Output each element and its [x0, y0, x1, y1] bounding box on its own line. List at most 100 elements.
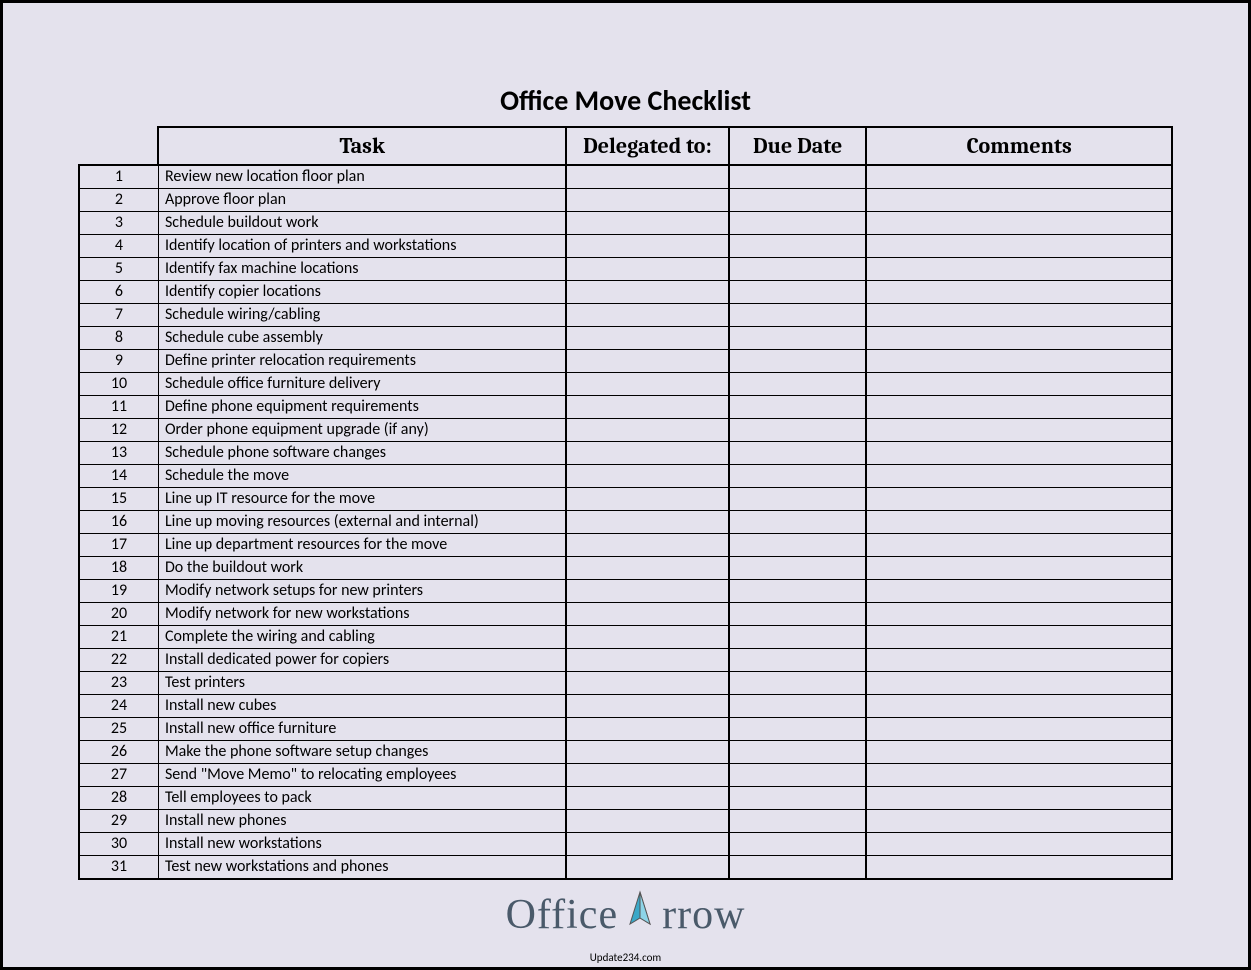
row-task: Install new cubes: [158, 695, 565, 718]
row-task: Identify fax machine locations: [158, 258, 565, 281]
row-delegated: [566, 626, 729, 649]
logo-text-part1: Office: [506, 892, 619, 938]
table-row: 10Schedule office furniture delivery: [79, 373, 1172, 396]
row-comments: [866, 350, 1172, 373]
row-due: [729, 189, 867, 212]
row-number: 31: [79, 856, 158, 880]
table-row: 24Install new cubes: [79, 695, 1172, 718]
row-comments: [866, 442, 1172, 465]
row-comments: [866, 327, 1172, 350]
table-row: 25Install new office furniture: [79, 718, 1172, 741]
row-due: [729, 833, 867, 856]
row-due: [729, 534, 867, 557]
row-due: [729, 350, 867, 373]
row-due: [729, 212, 867, 235]
row-due: [729, 281, 867, 304]
row-delegated: [566, 787, 729, 810]
row-comments: [866, 465, 1172, 488]
row-number: 29: [79, 810, 158, 833]
row-delegated: [566, 258, 729, 281]
row-task: Schedule wiring/cabling: [158, 304, 565, 327]
table-row: 28Tell employees to pack: [79, 787, 1172, 810]
table-row: 22Install dedicated power for copiers: [79, 649, 1172, 672]
row-number: 2: [79, 189, 158, 212]
row-delegated: [566, 810, 729, 833]
brand-logo: Officerrow: [78, 888, 1173, 947]
row-due: [729, 603, 867, 626]
page-title: Office Move Checklist: [78, 83, 1173, 118]
row-delegated: [566, 281, 729, 304]
row-comments: [866, 741, 1172, 764]
row-due: [729, 327, 867, 350]
header-task: Task: [158, 127, 565, 165]
row-delegated: [566, 741, 729, 764]
row-task: Schedule the move: [158, 465, 565, 488]
row-task: Modify network for new workstations: [158, 603, 565, 626]
row-task: Install dedicated power for copiers: [158, 649, 565, 672]
table-row: 11Define phone equipment requirements: [79, 396, 1172, 419]
row-delegated: [566, 419, 729, 442]
row-task: Define printer relocation requirements: [158, 350, 565, 373]
row-task: Identify location of printers and workst…: [158, 235, 565, 258]
row-task: Install new office furniture: [158, 718, 565, 741]
row-due: [729, 488, 867, 511]
row-delegated: [566, 580, 729, 603]
table-row: 27Send "Move Memo" to relocating employe…: [79, 764, 1172, 787]
footer-text: Update234.com: [78, 951, 1173, 964]
row-number: 8: [79, 327, 158, 350]
row-delegated: [566, 212, 729, 235]
table-row: 16Line up moving resources (external and…: [79, 511, 1172, 534]
row-comments: [866, 189, 1172, 212]
row-due: [729, 304, 867, 327]
row-due: [729, 165, 867, 189]
table-row: 3Schedule buildout work: [79, 212, 1172, 235]
row-delegated: [566, 488, 729, 511]
row-due: [729, 396, 867, 419]
table-row: 6Identify copier locations: [79, 281, 1172, 304]
row-due: [729, 580, 867, 603]
row-delegated: [566, 465, 729, 488]
row-due: [729, 419, 867, 442]
row-delegated: [566, 442, 729, 465]
row-task: Install new workstations: [158, 833, 565, 856]
table-row: 15Line up IT resource for the move: [79, 488, 1172, 511]
row-delegated: [566, 511, 729, 534]
table-row: 2Approve floor plan: [79, 189, 1172, 212]
table-row: 8Schedule cube assembly: [79, 327, 1172, 350]
row-number: 4: [79, 235, 158, 258]
row-comments: [866, 764, 1172, 787]
table-row: 13Schedule phone software changes: [79, 442, 1172, 465]
table-row: 14Schedule the move: [79, 465, 1172, 488]
row-task: Identify copier locations: [158, 281, 565, 304]
row-number: 22: [79, 649, 158, 672]
row-number: 6: [79, 281, 158, 304]
row-number: 18: [79, 557, 158, 580]
row-task: Approve floor plan: [158, 189, 565, 212]
row-comments: [866, 212, 1172, 235]
row-number: 19: [79, 580, 158, 603]
row-delegated: [566, 304, 729, 327]
row-delegated: [566, 350, 729, 373]
row-task: Test printers: [158, 672, 565, 695]
row-due: [729, 258, 867, 281]
row-delegated: [566, 189, 729, 212]
table-row: 19Modify network setups for new printers: [79, 580, 1172, 603]
table-row: 4Identify location of printers and works…: [79, 235, 1172, 258]
row-number: 11: [79, 396, 158, 419]
row-number: 27: [79, 764, 158, 787]
row-number: 24: [79, 695, 158, 718]
row-task: Line up moving resources (external and i…: [158, 511, 565, 534]
row-number: 10: [79, 373, 158, 396]
row-task: Order phone equipment upgrade (if any): [158, 419, 565, 442]
header-num: [79, 127, 158, 165]
row-number: 9: [79, 350, 158, 373]
header-row: Task Delegated to: Due Date Comments: [79, 127, 1172, 165]
row-comments: [866, 856, 1172, 880]
row-due: [729, 626, 867, 649]
row-task: Do the buildout work: [158, 557, 565, 580]
row-comments: [866, 419, 1172, 442]
row-delegated: [566, 672, 729, 695]
row-task: Line up department resources for the mov…: [158, 534, 565, 557]
row-delegated: [566, 534, 729, 557]
row-number: 20: [79, 603, 158, 626]
